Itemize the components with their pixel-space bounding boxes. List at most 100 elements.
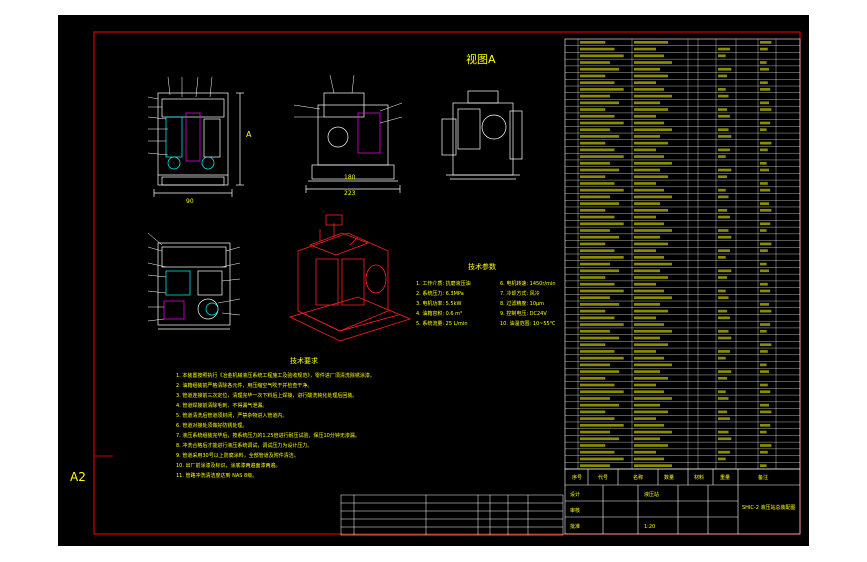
bom-cell-mark [580, 403, 620, 407]
bom-cell-mark [760, 430, 767, 434]
bom-cell-mark [718, 430, 729, 434]
bom-cell-mark [718, 108, 728, 111]
bom-cell-mark [718, 410, 728, 414]
bom-cell-mark [634, 356, 664, 360]
bom-cell-mark [580, 161, 610, 165]
bom-cell-mark [718, 269, 732, 273]
bom-cell-mark [580, 282, 615, 286]
bom-cell-mark [718, 356, 726, 360]
top-view [147, 232, 241, 330]
tech-param-5: 5. 系统流量: 25 L/min [416, 320, 468, 327]
bom-cell-mark [634, 316, 656, 320]
bom-cell-mark [634, 336, 660, 340]
bom-cell-mark [634, 437, 660, 441]
bom-cell-mark [718, 229, 729, 232]
bom-cell-mark [634, 444, 668, 447]
bom-cell-mark [634, 121, 664, 125]
title-company: 液压站 [644, 491, 659, 498]
bom-cell-mark [580, 256, 624, 259]
tech-param-7: 7. 冷却方式: 风冷 [500, 290, 540, 297]
tech-req-2: 2. 油箱组装前严格清除各元件，用压缩空气吹干并检查干净。 [176, 382, 312, 389]
bom-cell-mark [634, 403, 660, 407]
title-approver: 批准 [570, 523, 580, 530]
bom-cell-mark [580, 303, 620, 306]
bom-cell-mark [760, 121, 771, 125]
bom-cell-mark [760, 141, 772, 145]
tech-req-11: 11. 管路冲洗清洁度达到 NAS 8级。 [176, 472, 257, 479]
bom-cell-mark [760, 61, 767, 64]
tech-param-4: 4. 油箱容积: 0.6 m³ [416, 310, 462, 317]
bom-cell-mark [634, 88, 664, 91]
bom-cell-mark [718, 457, 726, 461]
side-width-lower-dim: 223 [344, 190, 356, 197]
bom-cell-mark [718, 370, 732, 373]
bom-cell-mark [634, 370, 660, 373]
view-a [441, 90, 523, 180]
bom-cell-mark [718, 316, 730, 320]
bom-cell-mark [718, 74, 728, 78]
tech-params-right: 6. 电机转速: 1450r/min 7. 冷却方式: 风冷 8. 过滤精度: … [500, 280, 556, 327]
bom-cell-mark [580, 74, 606, 78]
bom-cell-mark [580, 242, 606, 246]
bom-cell-mark [634, 215, 656, 219]
bom-cell-mark [580, 269, 620, 273]
bom-cell-mark [760, 262, 767, 266]
tech-req-7: 7. 液压系统组装完毕后，按系统压力的1.25倍进行耐压试验，保压10分钟无渗漏… [176, 432, 360, 439]
bom-cell-mark [760, 383, 768, 387]
title-designer: 设计 [570, 491, 580, 498]
bom-cell-mark [580, 121, 624, 125]
bom-cell-mark [580, 175, 606, 179]
bom-cell-mark [580, 457, 624, 461]
bom-cell-mark [718, 249, 730, 252]
bom-cell-mark [760, 403, 769, 407]
bom-cell-mark [634, 128, 672, 132]
bom-cell-mark [580, 309, 606, 313]
bom-cell-mark [580, 67, 620, 71]
title-remark-label: 备注 [758, 474, 768, 481]
bom-cell-mark [718, 195, 729, 199]
tech-param-9: 9. 控制电压: DC24V [500, 310, 547, 317]
bom-cell-mark [634, 329, 672, 333]
bom-cell-mark [634, 397, 672, 400]
bom-cell-mark [634, 423, 664, 427]
bom-cell-mark [634, 182, 656, 185]
bom-cell-mark [634, 81, 656, 85]
bom-cell-mark [760, 350, 768, 353]
bom-cell-mark [634, 202, 660, 205]
bom-cell-mark [580, 235, 620, 239]
bom-cell-mark [580, 329, 610, 333]
bom-cell-mark [634, 74, 668, 78]
bom-cell-mark [760, 148, 768, 152]
bom-cell-mark [760, 309, 772, 313]
view-label: 视图A [466, 52, 496, 66]
front-width-dim: 90 [186, 198, 194, 205]
bom-cell-mark [718, 329, 729, 333]
tech-param-3: 3. 电机功率: 5.5kW [416, 300, 461, 307]
bom-cell-mark [634, 155, 664, 158]
bom-cell-mark [760, 282, 768, 286]
title-quantity-label: 数量 [664, 474, 674, 481]
bom-cell-mark [580, 450, 615, 454]
bom-cell-mark [580, 336, 620, 340]
bom-cell-mark [718, 437, 732, 441]
bom-cell-mark [580, 188, 624, 192]
bom-cell-mark [760, 329, 767, 333]
bom-cell-mark [634, 417, 656, 420]
bom-cell-mark [634, 303, 660, 306]
bom-cell-mark [760, 323, 771, 326]
bom-cell-mark [760, 410, 772, 414]
bom-cell-mark [634, 289, 664, 293]
bom-cell-mark [580, 397, 610, 400]
bom-cell-mark [634, 101, 660, 105]
bom-cell-mark [634, 390, 664, 394]
title-name-label: 名称 [633, 474, 643, 481]
bom-cell-mark [760, 450, 768, 454]
bom-cell-mark [718, 148, 730, 152]
bom-cell-mark [580, 229, 610, 232]
bom-cell-mark [580, 356, 624, 360]
bom-cell-mark [634, 168, 660, 172]
side-width-upper-dim: 180 [344, 174, 356, 181]
bom-cell-mark [580, 81, 615, 85]
bom-cell-mark [634, 188, 664, 192]
bom-cell-mark [580, 182, 615, 185]
